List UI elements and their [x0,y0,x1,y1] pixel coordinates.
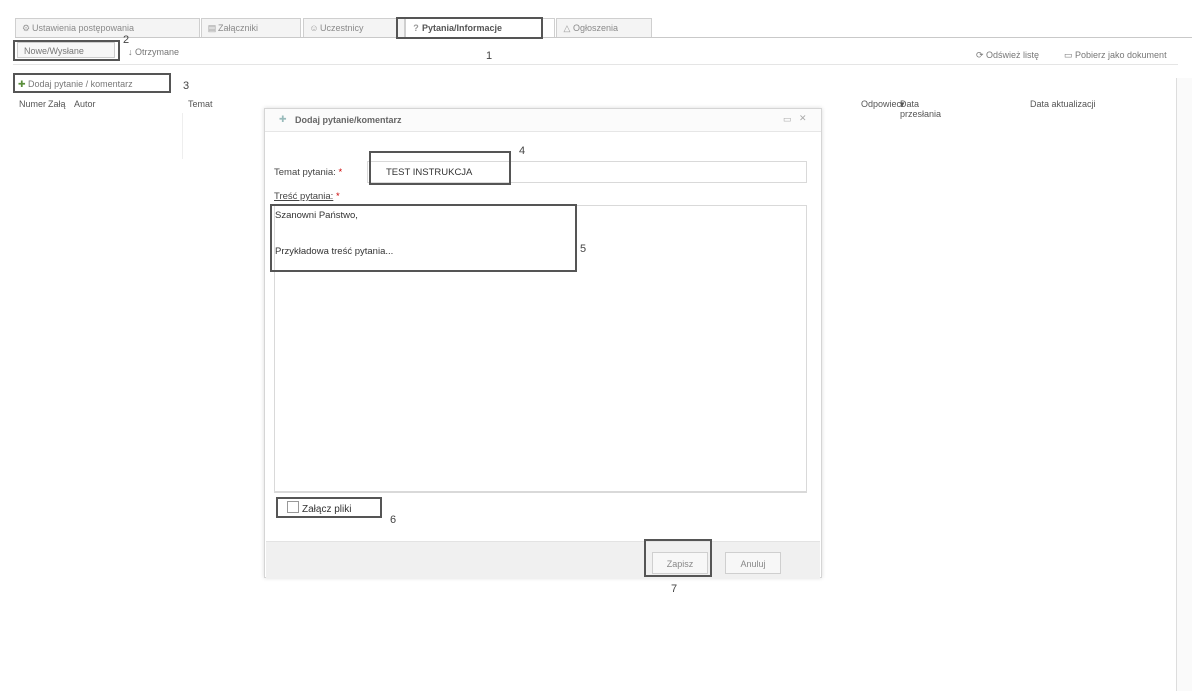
refresh-icon: ⟳ [976,50,987,60]
attachment-icon: ▤ [207,23,217,33]
divider [13,64,1178,65]
cancel-button[interactable]: Anuluj [725,552,781,574]
users-icon: ☺ [309,23,319,33]
column-attachments[interactable]: Załą [48,99,66,109]
highlight-attach [276,497,382,518]
dialog-icon: ✚ [279,114,287,124]
annotation-4: 4 [519,145,526,157]
document-icon: ▭ [1064,50,1076,60]
body-label: Treść pytania: * [274,191,340,202]
highlight-subject [369,151,511,185]
column-number[interactable]: Numer [19,99,46,109]
close-icon[interactable]: ✕ [799,113,807,124]
tab-bar: ⚙ Ustawienia postępowania ▤ Załączniki ☺Uc… [15,18,1192,38]
highlight-body [270,204,577,272]
column-subject[interactable]: Temat [188,99,213,109]
sort-icon: ▾ [900,99,905,109]
tab-participants[interactable]: ☺Uczestnicy [303,18,405,37]
download-document-button[interactable]: ▭ Pobierz jako dokument [1064,47,1167,63]
dialog-title: Dodaj pytanie/komentarz [295,115,402,125]
highlight-save [644,539,712,577]
column-update-date[interactable]: Data aktualizacji [1030,99,1096,109]
inbox-icon: ↓ [128,47,136,57]
add-question-dialog: ✚ Dodaj pytanie/komentarz ▭ ✕ Temat pyta… [264,108,822,578]
side-panel-collapsed[interactable] [1176,78,1192,691]
dialog-footer: Zapisz Anuluj [266,541,820,578]
highlight-tab [396,17,543,39]
settings-icon: ⚙ [21,23,31,33]
maximize-icon[interactable]: ▭ [783,114,792,125]
annotation-5: 5 [580,243,587,255]
body-divider [274,492,807,493]
annotation-7: 7 [671,583,678,595]
announcement-icon: △ [563,23,571,33]
highlight-sent [13,40,120,61]
annotation-6: 6 [390,514,397,526]
tab-settings[interactable]: ⚙ Ustawienia postępowania [15,18,200,37]
highlight-add [13,73,171,93]
subtab-received[interactable]: ↓ Otrzymane [128,44,179,60]
tab-attachments[interactable]: ▤ Załączniki [201,18,301,37]
annotation-3: 3 [183,80,190,92]
annotation-1: 1 [486,50,493,62]
dialog-header: ✚ Dodaj pytanie/komentarz ▭ ✕ [265,109,821,132]
column-author[interactable]: Autor [74,99,96,109]
column-answer[interactable]: Odpowiec [861,99,901,109]
tab-announcements[interactable]: △ Ogłoszenia [556,18,652,37]
subject-label: Temat pytania: * [274,167,343,178]
refresh-list-button[interactable]: ⟳ Odśwież listę [976,47,1039,63]
